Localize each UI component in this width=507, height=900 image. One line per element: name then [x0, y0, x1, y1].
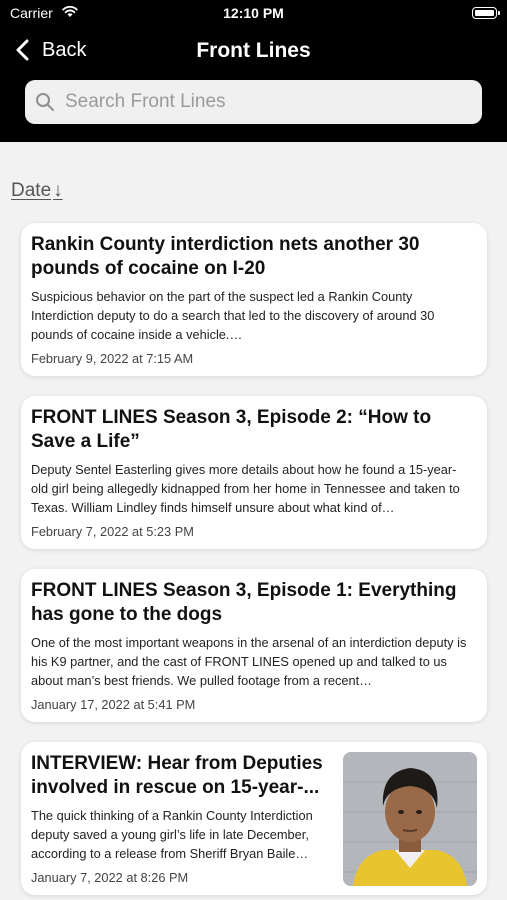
article-date: February 7, 2022 at 5:23 PM: [31, 524, 194, 539]
article-card[interactable]: Rankin County interdiction nets another …: [21, 223, 487, 376]
page-title: Front Lines: [196, 39, 311, 62]
sort-label: Date: [11, 180, 52, 201]
sort-by-date-button[interactable]: Date ↓: [11, 180, 63, 202]
article-summary: The quick thinking of a Rankin County In…: [31, 808, 313, 861]
article-title: INTERVIEW: Hear from Deputies involved i…: [31, 753, 323, 798]
article-date: February 9, 2022 at 7:15 AM: [31, 351, 194, 366]
article-summary: Deputy Sentel Easterling gives more deta…: [31, 462, 460, 515]
article-title: Rankin County interdiction nets another …: [31, 234, 420, 279]
header: Carrier 12:10 PM Back Front Lines: [0, 0, 507, 142]
article-text: FRONT LINES Season 3, Episode 2: “How to…: [31, 406, 471, 539]
search-input[interactable]: [63, 90, 467, 114]
status-bar: Carrier 12:10 PM: [0, 0, 507, 28]
article-title: FRONT LINES Season 3, Episode 1: Everyth…: [31, 580, 457, 625]
article-date: January 17, 2022 at 5:41 PM: [31, 697, 196, 712]
search-icon: [36, 93, 54, 111]
person-photo-icon: [343, 752, 477, 886]
article-text: FRONT LINES Season 3, Episode 1: Everyth…: [31, 579, 471, 712]
arrow-down-icon: ↓: [53, 180, 63, 201]
article-title: FRONT LINES Season 3, Episode 2: “How to…: [31, 407, 432, 452]
search-bar[interactable]: [25, 80, 482, 124]
article-summary: One of the most important weapons in the…: [31, 635, 467, 688]
article-text: INTERVIEW: Hear from Deputies involved i…: [31, 752, 336, 885]
navigation-bar: Back Front Lines: [0, 30, 507, 76]
article-summary: Suspicious behavior on the part of the s…: [31, 289, 435, 342]
article-card[interactable]: FRONT LINES Season 3, Episode 1: Everyth…: [21, 569, 487, 722]
article-card[interactable]: FRONT LINES Season 3, Episode 2: “How to…: [21, 396, 487, 549]
article-text: Rankin County interdiction nets another …: [31, 233, 471, 366]
battery-icon: [472, 7, 500, 19]
status-time: 12:10 PM: [223, 5, 284, 21]
article-thumbnail: [343, 752, 477, 886]
article-card[interactable]: INTERVIEW: Hear from Deputies involved i…: [21, 742, 487, 895]
article-date: January 7, 2022 at 8:26 PM: [31, 870, 189, 885]
